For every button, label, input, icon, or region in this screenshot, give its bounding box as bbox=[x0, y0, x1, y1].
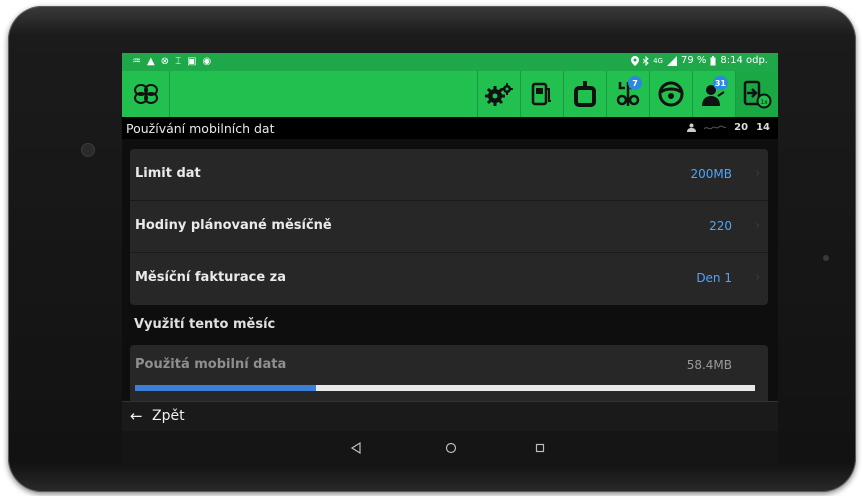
tablet-frame: ♒ ▲ ⊗ ⌶ ▣ ◉ 4G 79 % 8:14 odp. 7 31 1x Po… bbox=[8, 6, 856, 492]
usage-section-title: Využití tento měsíc bbox=[134, 317, 276, 332]
page-header: Používání mobilních dat 20 14 bbox=[122, 117, 778, 139]
app-logo[interactable] bbox=[122, 71, 170, 117]
screen: ♒ ▲ ⊗ ⌶ ▣ ◉ 4G 79 % 8:14 odp. 7 31 1x Po… bbox=[122, 53, 778, 465]
warning-icon: ▲ bbox=[146, 56, 155, 67]
back-bar[interactable]: ← Zpět bbox=[122, 401, 778, 431]
signal-icon bbox=[666, 55, 677, 66]
chevron-right-icon: › bbox=[755, 166, 760, 180]
front-camera bbox=[82, 144, 94, 156]
driver-button[interactable]: 31 bbox=[692, 71, 735, 117]
notification-icon-1: ♒ bbox=[132, 56, 141, 67]
back-arrow-icon: ← bbox=[130, 407, 143, 425]
used-data-label: Použitá mobilní data bbox=[135, 357, 287, 372]
clover-logo-icon bbox=[133, 84, 158, 104]
usage-card: Použitá mobilní data 58.4MB bbox=[130, 345, 768, 401]
steering-wheel-icon bbox=[658, 81, 684, 107]
used-data-value: 58.4MB bbox=[686, 358, 732, 372]
notification-icon-6: ◉ bbox=[202, 56, 212, 67]
usage-progress-fill bbox=[135, 385, 317, 391]
battery-icon bbox=[710, 55, 716, 65]
system-status: 4G 79 % 8:14 odp. bbox=[631, 55, 768, 66]
chevron-right-icon: › bbox=[755, 270, 760, 284]
drive-button[interactable] bbox=[649, 71, 692, 117]
trailer-icon bbox=[574, 81, 596, 107]
user-icon bbox=[687, 123, 697, 132]
location-icon bbox=[631, 55, 640, 66]
fuel-pump-icon bbox=[531, 82, 551, 106]
battery-percent: 79 % bbox=[680, 55, 707, 66]
image-icon: ▣ bbox=[187, 56, 197, 67]
notification-icons: ♒ ▲ ⊗ ⌶ ▣ ◉ bbox=[132, 55, 211, 68]
planned-hours-value: 220 bbox=[709, 219, 732, 233]
nav-back-button[interactable] bbox=[347, 439, 365, 457]
signature-icon bbox=[704, 125, 727, 129]
data-limit-label: Limit dat bbox=[135, 166, 201, 181]
notification-icon-3: ⊗ bbox=[160, 56, 170, 67]
nav-back-icon bbox=[351, 442, 361, 454]
data-limit-value: 200MB bbox=[690, 167, 733, 181]
exit-once-button[interactable]: 1x bbox=[735, 71, 778, 117]
network-type: 4G bbox=[653, 56, 663, 65]
header-status: 20 14 bbox=[687, 122, 770, 133]
clock: 8:14 odp. bbox=[720, 55, 768, 66]
nav-home-icon bbox=[445, 442, 457, 454]
svg-text:1x: 1x bbox=[760, 99, 768, 106]
nav-recents-button[interactable] bbox=[531, 439, 549, 457]
light-sensor bbox=[823, 255, 829, 261]
page-title: Používání mobilních dat bbox=[126, 121, 275, 136]
bluetooth-icon bbox=[643, 55, 649, 66]
planned-hours-label: Hodiny plánované měsíčně bbox=[135, 218, 332, 233]
data-limit-row[interactable]: Limit dat 200MB › bbox=[130, 149, 768, 201]
settings-card: Limit dat 200MB › Hodiny plánované měsíč… bbox=[130, 149, 768, 305]
system-nav-bar bbox=[122, 431, 778, 465]
billing-day-value: Den 1 bbox=[696, 271, 732, 285]
notification-icon-4: ⌶ bbox=[175, 56, 182, 67]
settings-content: Limit dat 200MB › Hodiny plánované měsíč… bbox=[122, 139, 778, 401]
driver-badge: 31 bbox=[712, 76, 728, 90]
app-toolbar: 7 31 1x bbox=[122, 71, 778, 117]
billing-day-label: Měsíční fakturace za bbox=[135, 270, 287, 285]
usage-progress-bar bbox=[135, 385, 755, 391]
toolbar-actions: 7 31 1x bbox=[477, 71, 778, 117]
chevron-right-icon: › bbox=[755, 218, 760, 232]
split-badge: 7 bbox=[628, 76, 642, 90]
back-label: Zpět bbox=[152, 408, 185, 424]
split-route-button[interactable]: 7 bbox=[606, 71, 649, 117]
status-bar: ♒ ▲ ⊗ ⌶ ▣ ◉ 4G 79 % 8:14 odp. bbox=[122, 53, 778, 71]
exit-once-icon: 1x bbox=[743, 80, 772, 109]
planned-hours-row[interactable]: Hodiny plánované měsíčně 220 › bbox=[130, 201, 768, 253]
fuel-button[interactable] bbox=[520, 71, 563, 117]
settings-gears-button[interactable] bbox=[477, 71, 520, 117]
gears-icon bbox=[485, 83, 513, 106]
header-value-b: 14 bbox=[756, 122, 770, 133]
nav-home-button[interactable] bbox=[442, 439, 460, 457]
trailer-button[interactable] bbox=[563, 71, 606, 117]
nav-recents-icon bbox=[535, 443, 545, 453]
header-value-a: 20 bbox=[734, 122, 749, 133]
billing-day-row[interactable]: Měsíční fakturace za Den 1 › bbox=[130, 253, 768, 305]
